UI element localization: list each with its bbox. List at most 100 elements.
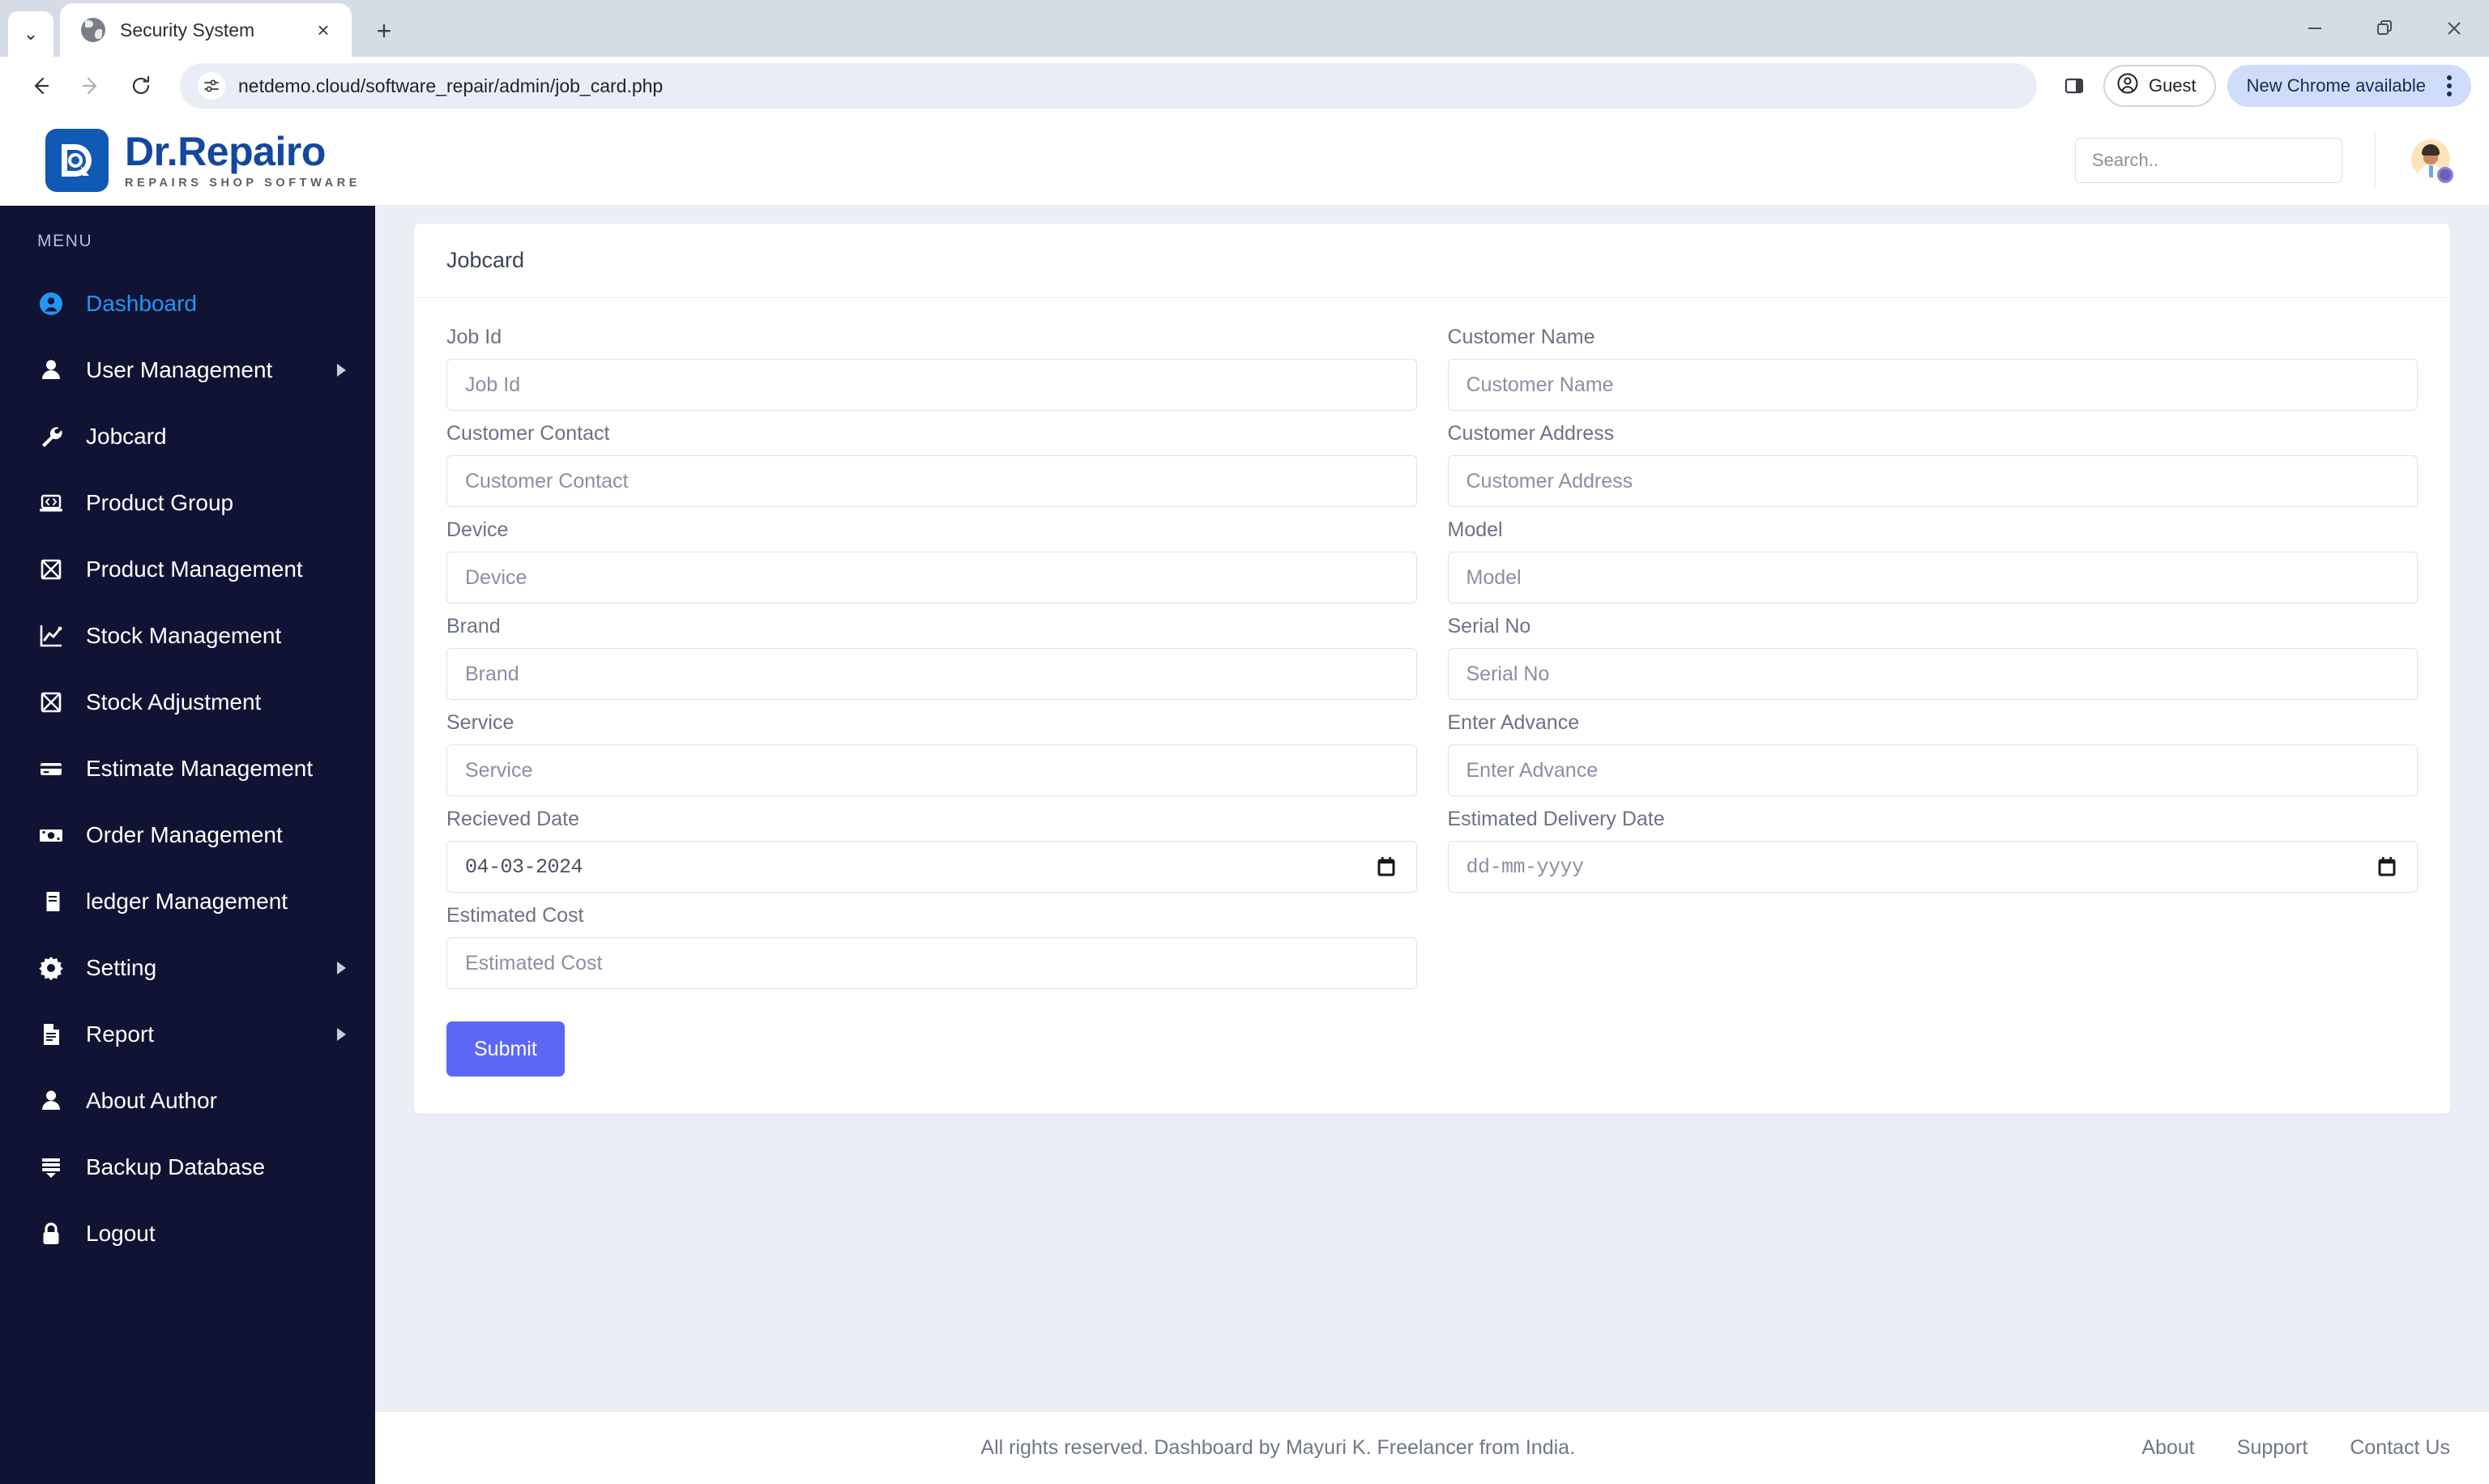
label-model: Model (1447, 518, 1503, 541)
input-job-id[interactable] (446, 359, 1417, 411)
sidebar-item-label: Backup Database (86, 1154, 266, 1179)
window-close-icon[interactable] (2419, 0, 2489, 57)
sidebar-item-jobcard[interactable]: Jobcard (0, 403, 375, 470)
jobcard-card: Jobcard Job Id Customer Name Customer Cont… (414, 224, 2450, 1114)
tab-search-chevron-icon[interactable]: ⌄ (8, 11, 53, 57)
field-service: Service (446, 711, 1417, 796)
field-enter-advance: Enter Advance (1447, 711, 2418, 796)
sidebar-item-logout[interactable]: Logout (0, 1200, 375, 1267)
chart-line-icon (37, 622, 65, 650)
header-search (2075, 137, 2342, 183)
user-circle-icon (37, 290, 65, 318)
browser-tab[interactable]: Security System × (60, 3, 352, 57)
browser-toolbar: netdemo.cloud/software_repair/admin/job_… (0, 57, 2489, 115)
search-input[interactable] (2075, 137, 2342, 183)
input-estimated-cost[interactable] (446, 937, 1417, 989)
box-icon (37, 556, 65, 583)
user-circle-icon (2116, 72, 2139, 100)
sidebar-heading: MENU (37, 232, 93, 250)
chevron-right-icon[interactable] (337, 962, 346, 974)
form-grid: Job Id Customer Name Customer Contact Custo… (446, 326, 2418, 1000)
brand-tagline: REPAIRS SHOP SOFTWARE (125, 176, 361, 190)
close-icon[interactable]: × (310, 16, 337, 44)
sidebar-item-product-management[interactable]: Product Management (0, 536, 375, 603)
avatar[interactable] (2408, 138, 2453, 183)
sidebar-item-label: Logout (86, 1221, 156, 1246)
sidebar-item-estimate-management[interactable]: Estimate Management (0, 736, 375, 802)
input-model[interactable] (1447, 552, 2418, 603)
sidebar-item-label: Report (86, 1021, 155, 1047)
input-customer-contact[interactable] (446, 455, 1417, 507)
forward-icon[interactable] (68, 63, 113, 109)
input-device[interactable] (446, 552, 1417, 603)
submit-button[interactable]: Submit (446, 1021, 565, 1077)
footer-link-support[interactable]: Support (2237, 1436, 2308, 1460)
field-brand: Brand (446, 615, 1417, 700)
jobcard-form: Job Id Customer Name Customer Contact Custo… (414, 298, 2450, 1114)
sidebar-item-label: Stock Adjustment (86, 689, 262, 714)
calendar-icon[interactable] (2378, 857, 2396, 876)
sidebar-item-order-management[interactable]: Order Management (0, 802, 375, 868)
url-text: netdemo.cloud/software_repair/admin/job_… (238, 75, 664, 96)
sidebar-item-product-group[interactable]: Product Group (0, 470, 375, 536)
side-panel-icon[interactable] (2056, 68, 2092, 104)
field-customer-contact: Customer Contact (446, 422, 1417, 507)
laptop-code-icon (37, 489, 65, 517)
date-input-estimated-delivery-date[interactable]: dd-mm-yyyy (1447, 841, 2418, 893)
date-value-estimated-delivery-date: dd-mm-yyyy (1466, 855, 1585, 879)
chrome-update-button[interactable]: New Chrome available (2226, 65, 2471, 107)
sidebar-item-label: User Management (86, 357, 273, 382)
date-input-recieved-date[interactable]: 04-03-2024 (446, 841, 1417, 893)
guest-profile-button[interactable]: Guest (2103, 65, 2216, 107)
maximize-icon[interactable] (2350, 0, 2419, 57)
footer-link-contact-us[interactable]: Contact Us (2350, 1436, 2450, 1460)
label-customer-name: Customer Name (1447, 326, 1595, 348)
chevron-right-icon[interactable] (337, 1028, 346, 1041)
label-estimated-cost: Estimated Cost (446, 904, 584, 927)
box-icon (37, 689, 65, 716)
input-customer-name[interactable] (1447, 359, 2418, 411)
sidebar-item-dashboard[interactable]: Dashboard (0, 271, 375, 337)
calendar-icon[interactable] (1377, 857, 1395, 876)
field-estimated-delivery-date: Estimated Delivery Date dd-mm-yyyy (1447, 808, 2418, 893)
address-bar[interactable]: netdemo.cloud/software_repair/admin/job_… (180, 63, 2037, 109)
gear-badge-icon (2437, 166, 2453, 183)
sidebar-item-user-management[interactable]: User Management (0, 337, 375, 403)
reload-icon[interactable] (118, 63, 164, 109)
input-enter-advance[interactable] (1447, 744, 2418, 796)
label-service: Service (446, 711, 514, 734)
input-service[interactable] (446, 744, 1417, 796)
footer-copyright: All rights reserved. Dashboard by Mayuri… (980, 1436, 1576, 1459)
input-serial-no[interactable] (1447, 648, 2418, 700)
book-icon (37, 888, 65, 915)
footer-link-about[interactable]: About (2141, 1436, 2194, 1460)
sidebar-item-stock-management[interactable]: Stock Management (0, 603, 375, 669)
label-enter-advance: Enter Advance (1447, 711, 1580, 734)
sidebar-item-about-author[interactable]: About Author (0, 1068, 375, 1134)
gear-icon (37, 954, 65, 982)
guest-label: Guest (2148, 75, 2197, 96)
sidebar-item-report[interactable]: Report (0, 1001, 375, 1068)
sidebar-item-setting[interactable]: Setting (0, 935, 375, 1001)
new-tab-button[interactable]: + (363, 10, 405, 52)
minimize-icon[interactable] (2280, 0, 2350, 57)
globe-icon (81, 18, 105, 42)
sidebar-item-stock-adjustment[interactable]: Stock Adjustment (0, 669, 375, 736)
application-window: Dr.Repairo REPAIRS SHOP SOFTWARE MENU Da… (0, 115, 2489, 1484)
kebab-menu-icon[interactable] (2439, 75, 2460, 96)
input-customer-address[interactable] (1447, 455, 2418, 507)
back-icon[interactable] (18, 63, 63, 109)
sidebar-item-ledger-management[interactable]: ledger Management (0, 868, 375, 935)
lock-icon (37, 1220, 65, 1247)
field-customer-address: Customer Address (1447, 422, 2418, 507)
label-brand: Brand (446, 615, 501, 638)
chevron-right-icon[interactable] (337, 364, 346, 377)
tune-icon[interactable] (198, 72, 225, 100)
sidebar-item-backup-database[interactable]: Backup Database (0, 1134, 375, 1200)
brand-logo[interactable]: Dr.Repairo REPAIRS SHOP SOFTWARE (45, 128, 361, 192)
label-job-id: Job Id (446, 326, 502, 348)
sidebar-item-label: ledger Management (86, 889, 288, 914)
input-brand[interactable] (446, 648, 1417, 700)
database-icon (37, 1154, 65, 1181)
app-footer: All rights reserved. Dashboard by Mayuri… (375, 1411, 2489, 1484)
